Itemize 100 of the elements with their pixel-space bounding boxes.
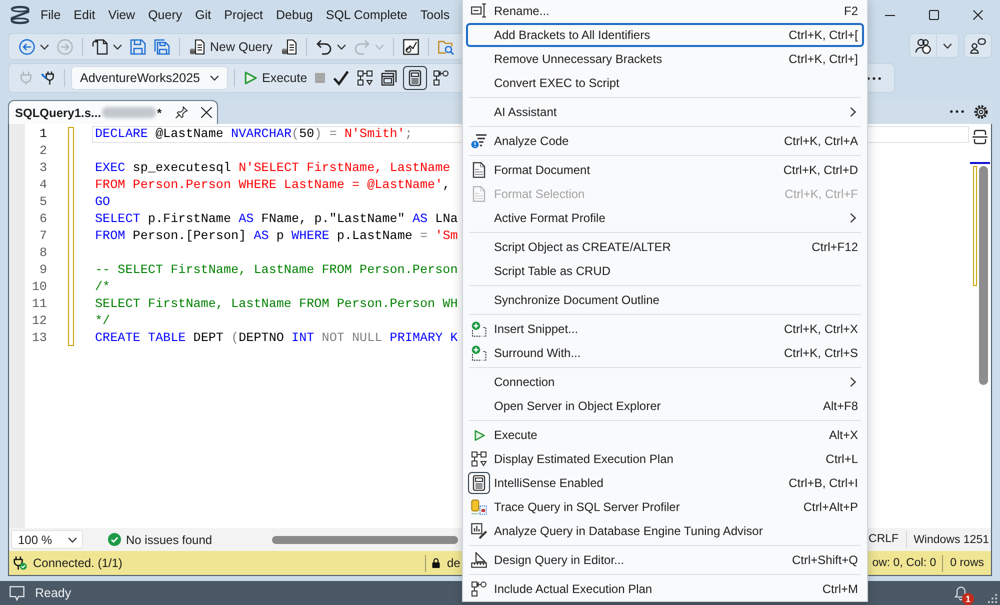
toolbar-button[interactable]: Execute xyxy=(241,66,310,90)
code-line: CREATE TABLE DEPT (DEPTNO INT NOT NULL PRIMARY K xyxy=(95,331,458,346)
menu-bar-item[interactable]: Project xyxy=(218,0,270,30)
menu-bar-item[interactable]: Git xyxy=(188,0,218,30)
menu-item[interactable]: Trace Query in SQL Server Profiler Ctrl+Alt+P xyxy=(466,495,864,519)
line-number: 9 xyxy=(38,262,47,279)
line-number: 13 xyxy=(30,330,47,347)
line-number: 6 xyxy=(38,211,47,228)
menu-item[interactable]: IntelliSense Enabled Ctrl+B, Ctrl+I xyxy=(466,471,864,495)
menu-bar-item[interactable]: File xyxy=(34,0,68,30)
document-tab[interactable]: SQLQuery1.s... * xyxy=(8,100,218,124)
people-icon xyxy=(915,38,931,54)
notification-badge: 1 xyxy=(962,592,974,604)
code-line: DECLARE @LastName NVARCHAR(50) = N'Smith'; xyxy=(95,127,412,142)
line-number: 3 xyxy=(38,160,47,177)
menu-item[interactable]: Execute Alt+X xyxy=(466,423,864,447)
code-line: */ xyxy=(95,314,110,329)
bell-icon[interactable] xyxy=(954,586,968,600)
line-number: 8 xyxy=(38,245,47,262)
code-line: GO xyxy=(95,195,110,210)
lock-icon xyxy=(431,557,441,569)
line-number: 11 xyxy=(30,296,47,313)
plug-icon xyxy=(19,71,33,85)
menu-item[interactable]: Script Table as CRUD xyxy=(466,259,864,283)
menu-item[interactable]: Active Format Profile xyxy=(466,206,864,230)
undo-icon xyxy=(316,38,332,54)
maximize-icon xyxy=(929,10,939,20)
scrollbar-thumb[interactable] xyxy=(978,166,988,385)
minimize-icon xyxy=(885,14,895,16)
scrollbar-thumb[interactable] xyxy=(272,536,458,544)
menu-item[interactable]: Include Actual Execution Plan Ctrl+M xyxy=(466,577,864,601)
code-line: /* xyxy=(95,280,110,295)
row-count-text: 0 rows xyxy=(949,557,984,569)
menu-item[interactable]: Design Query in Editor... Ctrl+Shift+Q xyxy=(466,548,864,572)
code-line: SELECT p.FirstName AS FName, p."LastName" AS LNa xyxy=(95,212,458,227)
settings-icon[interactable] xyxy=(974,104,988,118)
code-line: FROM Person.Person WHERE LastName = @LastName', xyxy=(95,178,450,193)
connection-status-text: Connected. (1/1) xyxy=(33,556,122,570)
caret-icon xyxy=(943,42,952,48)
code-line: SELECT FirstName, LastName FROM Person.Person WH xyxy=(95,297,458,312)
app-logo-icon xyxy=(10,5,30,25)
folder-search-icon xyxy=(438,38,454,54)
database-dropdown[interactable]: AdventureWorks2025 xyxy=(71,66,228,90)
more-icon xyxy=(867,76,881,80)
chart-icon xyxy=(402,38,419,54)
menu-item[interactable]: Open Server in Object Explorer Alt+F8 xyxy=(466,394,864,418)
caret-position-marker xyxy=(970,162,990,164)
menu-item[interactable]: AI Assistant xyxy=(466,100,864,124)
menu-item[interactable]: Add Brackets to All Identifiers Ctrl+K, Ctrl+[ xyxy=(466,23,864,47)
menu-bar-item[interactable]: SQL Complete xyxy=(319,0,414,30)
line-number: 4 xyxy=(38,177,47,194)
encoding-text[interactable]: Windows 1251 xyxy=(906,534,991,546)
menu-item[interactable]: Synchronize Document Outline xyxy=(466,288,864,312)
menu-item[interactable]: Convert EXEC to Script xyxy=(466,71,864,95)
menu-bar-item[interactable]: View xyxy=(102,0,142,30)
pin-icon[interactable] xyxy=(175,106,188,119)
cursor-position-text: ow: 0, Col: 0 xyxy=(872,554,944,572)
plug-slash-icon xyxy=(41,71,55,85)
plug-check-icon xyxy=(13,556,27,570)
menu-item[interactable]: Format Document Ctrl+K, Ctrl+D xyxy=(466,158,864,182)
menu-item[interactable]: Analyze Query in Database Engine Tuning Advisor xyxy=(466,519,864,543)
menu-bar-item[interactable]: Edit xyxy=(67,0,102,30)
menu-item[interactable]: Surround With... Ctrl+K, Ctrl+S xyxy=(466,341,864,365)
query-document-icon xyxy=(280,38,297,54)
menu-item[interactable]: Script Object as CREATE/ALTER Ctrl+F12 xyxy=(466,235,864,259)
caret-icon xyxy=(68,536,77,542)
menu-bar-item[interactable]: Query xyxy=(142,0,189,30)
toolbar-button[interactable]: New Query xyxy=(186,34,276,58)
close-icon xyxy=(973,10,983,20)
line-number: 7 xyxy=(38,228,47,245)
save-all-icon xyxy=(154,38,170,54)
menu-item[interactable]: Connection xyxy=(466,370,864,394)
line-number: 5 xyxy=(38,194,47,211)
line-number: 10 xyxy=(30,279,47,296)
issues-status-text: No issues found xyxy=(126,532,212,546)
menu-item[interactable]: Rename... F2 xyxy=(466,0,864,23)
split-editor-icon[interactable] xyxy=(972,129,988,145)
new-document-icon xyxy=(92,38,108,54)
save-icon xyxy=(130,38,146,54)
server-text: de xyxy=(447,556,460,570)
menu-item[interactable]: Display Estimated Execution Plan Ctrl+L xyxy=(466,447,864,471)
redo-icon xyxy=(354,38,370,54)
line-number: 2 xyxy=(38,143,47,160)
caret-icon xyxy=(210,75,219,81)
menu-bar-item[interactable]: Tools xyxy=(414,0,456,30)
code-line: -- SELECT FirstName, LastName FROM Person.Person xyxy=(95,263,458,278)
resize-grip-icon[interactable] xyxy=(988,594,997,602)
code-line: EXEC sp_executesql N'SELECT FirstName, LastName xyxy=(95,161,450,176)
line-number: 12 xyxy=(30,313,47,330)
zoom-dropdown[interactable]: 100 % xyxy=(11,530,83,549)
more-icon[interactable] xyxy=(950,110,964,113)
menu-bar-item[interactable]: Debug xyxy=(270,0,320,30)
close-icon[interactable] xyxy=(200,106,213,119)
query-document-icon xyxy=(189,38,205,54)
menu-item[interactable]: Remove Unnecessary Brackets Ctrl+K, Ctrl+] xyxy=(466,47,864,71)
chat-bubble-icon[interactable] xyxy=(9,586,25,600)
check-circle-icon xyxy=(108,533,121,546)
menu-item[interactable]: Insert Snippet... Ctrl+K, Ctrl+X xyxy=(466,317,864,341)
menu-item[interactable]: Analyze Code Ctrl+K, Ctrl+A xyxy=(466,129,864,153)
ready-status-text: Ready xyxy=(35,586,72,600)
